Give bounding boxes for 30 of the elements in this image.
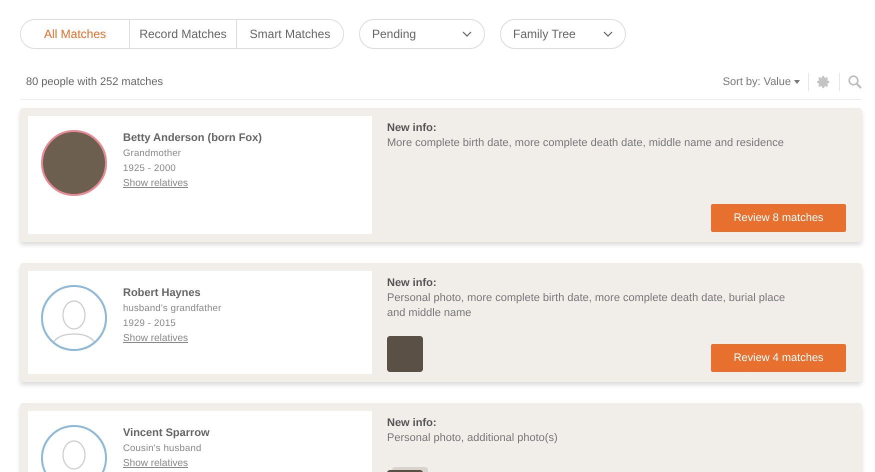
relationship: husband's grandfather (123, 303, 222, 314)
chevron-icon (462, 31, 472, 37)
new-info-heading: New info: (387, 122, 438, 134)
show-relatives-link[interactable]: Show relatives (123, 458, 188, 469)
life-years: 1925 - 2000 (123, 163, 177, 174)
new-info-text: More complete birth date, more complete death date, middle name and residence (387, 136, 785, 151)
chevron-icon (603, 31, 613, 37)
show-relatives-link[interactable]: Show relatives (123, 333, 188, 344)
person-name: Robert Haynes (123, 287, 202, 299)
relationship: Grandmother (123, 148, 182, 159)
filter-dropdown[interactable]: Family Tree (500, 19, 626, 49)
filter-dropdown[interactable]: Pending (359, 19, 485, 49)
photo-placeholder[interactable] (387, 336, 423, 372)
new-info-text: Personal photo, more complete birth date, more complete death date, burial place and middle name (387, 291, 786, 321)
new-info-text: Personal photo, additional photo(s) (387, 431, 559, 446)
life-years: 1929 - 2015 (123, 318, 177, 329)
review-matches-button[interactable]: Review 4 matches (711, 344, 846, 372)
person-name: Betty Anderson (born Fox) (123, 132, 262, 144)
search-icon[interactable] (848, 75, 862, 89)
caret-icon (794, 80, 800, 84)
relationship: Cousin's husband (123, 443, 202, 454)
new-info-heading: New info: (387, 417, 438, 429)
new-info-heading: New info: (387, 277, 438, 289)
show-relatives-link[interactable]: Show relatives (123, 178, 188, 189)
filter-tab[interactable]: Smart Matches (236, 20, 343, 48)
review-matches-button[interactable]: Review 8 matches (711, 204, 846, 232)
sort-dropdown[interactable]: Sort by: Value (722, 76, 800, 88)
settings-icon[interactable] (817, 75, 831, 89)
person-name: Vincent Sparrow (123, 427, 210, 439)
match-summary: 80 people with 252 matches (26, 76, 163, 88)
